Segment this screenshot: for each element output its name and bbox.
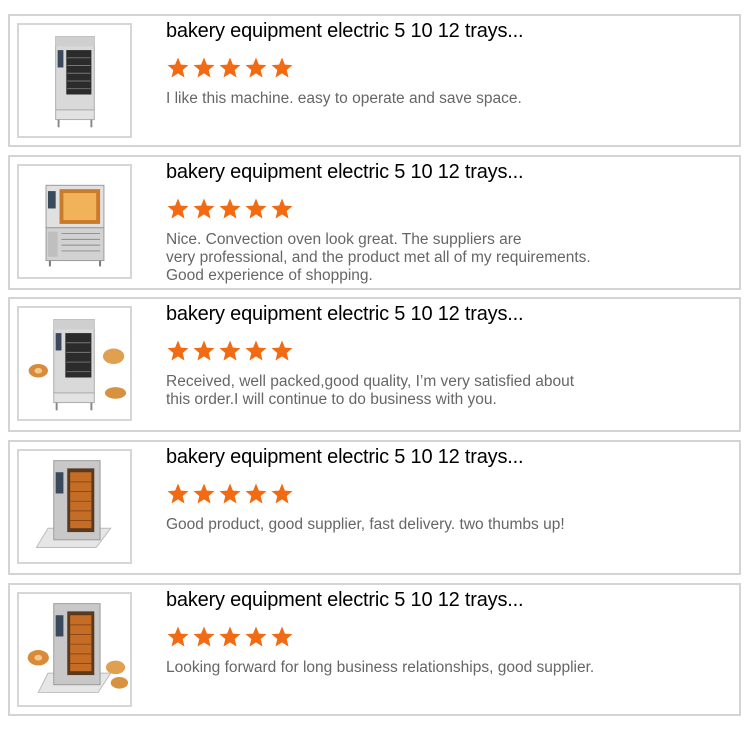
star-icon: [245, 340, 267, 361]
review-comment: Looking forward for long business relati…: [166, 659, 595, 676]
review-comment: I like this machine. easy to operate and…: [166, 90, 522, 107]
star-icon: [271, 626, 293, 647]
product-title[interactable]: bakery equipment electric 5 10 12 trays.…: [166, 589, 524, 612]
star-icon: [167, 198, 189, 219]
star-icon: [245, 57, 267, 78]
star-rating: [166, 197, 294, 221]
star-icon: [219, 340, 241, 361]
oven-with-bread-image: [28, 319, 127, 411]
review-comment: Nice. Convection oven look great. The su…: [166, 231, 591, 284]
product-title[interactable]: bakery equipment electric 5 10 12 trays.…: [166, 161, 524, 184]
star-icon: [167, 57, 189, 78]
star-icon: [219, 57, 241, 78]
review-card: bakery equipment electric 5 10 12 trays.…: [8, 583, 741, 716]
star-icon: [167, 483, 189, 504]
review-card: bakery equipment electric 5 10 12 trays.…: [8, 155, 741, 290]
product-thumbnail[interactable]: [17, 23, 132, 138]
star-icon: [219, 626, 241, 647]
review-card: bakery equipment electric 5 10 12 trays.…: [8, 297, 741, 432]
star-icon: [193, 483, 215, 504]
star-icon: [193, 198, 215, 219]
product-title[interactable]: bakery equipment electric 5 10 12 trays.…: [166, 446, 524, 469]
oven-product-image: [55, 36, 95, 128]
product-thumbnail[interactable]: [17, 592, 132, 707]
star-icon: [245, 626, 267, 647]
star-icon: [271, 483, 293, 504]
star-icon: [219, 198, 241, 219]
star-icon: [271, 340, 293, 361]
oven-product-image: [45, 184, 105, 267]
star-rating: [166, 482, 294, 506]
star-icon: [271, 198, 293, 219]
star-icon: [219, 483, 241, 504]
product-thumbnail[interactable]: [17, 306, 132, 421]
star-icon: [245, 483, 267, 504]
review-comment: Received, well packed,good quality, I’m …: [166, 373, 575, 408]
product-thumbnail[interactable]: [17, 449, 132, 564]
review-comment: Good product, good supplier, fast delive…: [166, 516, 565, 533]
review-card: bakery equipment electric 5 10 12 trays.…: [8, 440, 741, 575]
star-rating: [166, 56, 294, 80]
rotary-oven-image: [35, 460, 112, 549]
product-thumbnail[interactable]: [17, 164, 132, 279]
star-rating: [166, 339, 294, 363]
review-card: bakery equipment electric 5 10 12 trays.…: [8, 14, 741, 147]
star-icon: [271, 57, 293, 78]
product-title[interactable]: bakery equipment electric 5 10 12 trays.…: [166, 303, 524, 326]
star-icon: [245, 198, 267, 219]
star-icon: [193, 626, 215, 647]
star-icon: [193, 340, 215, 361]
product-title[interactable]: bakery equipment electric 5 10 12 trays.…: [166, 20, 524, 43]
star-icon: [167, 340, 189, 361]
rotary-oven-with-bread-image: [27, 603, 129, 693]
star-icon: [167, 626, 189, 647]
star-rating: [166, 625, 294, 649]
star-icon: [193, 57, 215, 78]
